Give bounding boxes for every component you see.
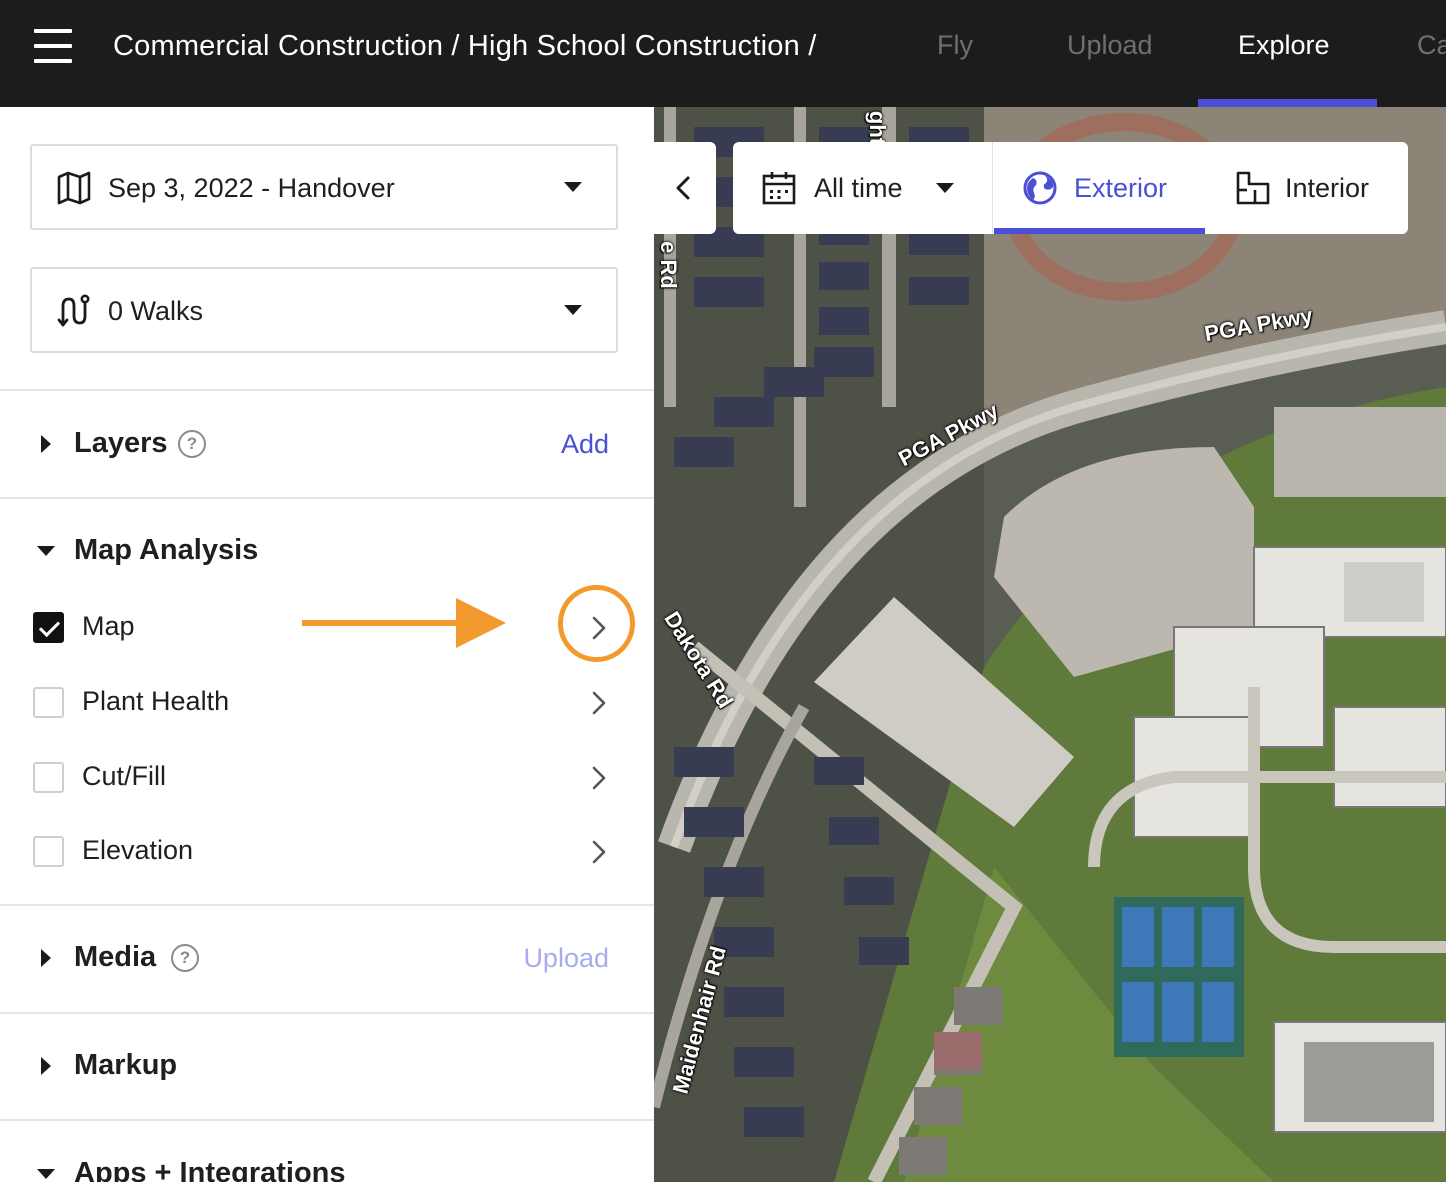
media-title: Media xyxy=(74,941,157,973)
layers-title: Layers xyxy=(74,427,168,459)
exterior-tab[interactable]: Exterior xyxy=(994,142,1205,234)
chevron-down-icon xyxy=(564,182,582,192)
map-analysis-title: Map Analysis xyxy=(74,534,259,566)
analysis-item-plant-health: Plant Health xyxy=(0,672,654,732)
help-icon[interactable]: ? xyxy=(178,430,206,458)
divider xyxy=(0,1012,654,1014)
divider xyxy=(0,389,654,391)
caret-right-icon xyxy=(41,1057,51,1075)
date-capture-label: Sep 3, 2022 - Handover xyxy=(108,173,395,203)
active-tab-indicator xyxy=(994,228,1205,234)
analysis-item-label: Cut/Fill xyxy=(82,761,167,791)
caret-down-icon xyxy=(37,546,55,556)
floorplan-icon xyxy=(1236,171,1270,205)
satellite-imagery xyxy=(654,107,1446,1182)
divider xyxy=(0,904,654,906)
caret-down-icon xyxy=(37,1169,55,1179)
menu-icon[interactable] xyxy=(34,29,72,63)
tab-capture[interactable]: Ca xyxy=(1417,30,1446,61)
map-toolbar: All time Exterior Interior xyxy=(733,142,1408,234)
chevron-right-icon[interactable] xyxy=(588,839,610,865)
analysis-item-elevation: Elevation xyxy=(0,821,654,881)
plant-health-checkbox[interactable] xyxy=(33,687,64,718)
map-checkbox[interactable] xyxy=(33,612,64,643)
annotation-arrow-icon xyxy=(302,598,506,648)
chevron-left-icon xyxy=(676,176,690,200)
analysis-item-label: Plant Health xyxy=(82,686,230,716)
time-range-dropdown[interactable]: All time xyxy=(733,142,993,234)
apps-integrations-section-header[interactable]: Apps + Integrations xyxy=(0,1145,654,1182)
analysis-item-label: Elevation xyxy=(82,835,194,865)
tab-explore[interactable]: Explore xyxy=(1238,30,1330,61)
chevron-right-icon[interactable] xyxy=(588,690,610,716)
exterior-label: Exterior xyxy=(1074,173,1168,203)
divider xyxy=(0,1119,654,1121)
add-layer-button[interactable]: Add xyxy=(561,429,609,460)
interior-tab[interactable]: Interior xyxy=(1205,142,1408,234)
caret-right-icon xyxy=(41,435,51,453)
analysis-item-cut-fill: Cut/Fill xyxy=(0,747,654,807)
upload-media-button[interactable]: Upload xyxy=(523,943,609,974)
elevation-checkbox[interactable] xyxy=(33,836,64,867)
annotation-highlight-ring xyxy=(558,585,635,662)
road-label: ght xyxy=(865,110,891,146)
satellite-map[interactable]: PGA Pkwy PGA Pkwy Dakota Rd Maidenhair R… xyxy=(654,107,1446,1182)
markup-title: Markup xyxy=(74,1049,178,1081)
calendar-icon xyxy=(762,172,796,205)
time-range-label: All time xyxy=(814,173,903,203)
globe-icon xyxy=(1023,171,1057,205)
chevron-down-icon xyxy=(564,305,582,315)
road-label: e Rd xyxy=(655,241,681,289)
walks-label: 0 Walks xyxy=(108,296,204,326)
route-icon xyxy=(57,294,90,327)
caret-right-icon xyxy=(41,949,51,967)
apps-integrations-title: Apps + Integrations xyxy=(74,1157,346,1182)
divider xyxy=(0,497,654,499)
analysis-item-label: Map xyxy=(82,611,135,641)
interior-label: Interior xyxy=(1285,173,1370,203)
date-capture-dropdown[interactable]: Sep 3, 2022 - Handover xyxy=(30,144,618,230)
tab-upload[interactable]: Upload xyxy=(1067,30,1153,61)
chevron-right-icon[interactable] xyxy=(588,765,610,791)
cut-fill-checkbox[interactable] xyxy=(33,762,64,793)
walks-dropdown[interactable]: 0 Walks xyxy=(30,267,618,353)
map-analysis-section-header[interactable]: Map Analysis xyxy=(0,522,654,582)
top-bar: Commercial Construction / High School Co… xyxy=(0,0,1446,107)
help-icon[interactable]: ? xyxy=(171,944,199,972)
active-tab-indicator xyxy=(1198,99,1377,107)
tab-fly[interactable]: Fly xyxy=(937,30,973,61)
breadcrumb[interactable]: Commercial Construction / High School Co… xyxy=(113,30,816,63)
layers-section-header[interactable]: Layers ? Add xyxy=(0,415,654,475)
collapse-sidebar-button[interactable] xyxy=(654,142,716,234)
chevron-down-icon xyxy=(936,183,954,193)
markup-section-header[interactable]: Markup xyxy=(0,1037,654,1097)
map-icon xyxy=(57,171,91,205)
media-section-header[interactable]: Media ? Upload xyxy=(0,929,654,989)
